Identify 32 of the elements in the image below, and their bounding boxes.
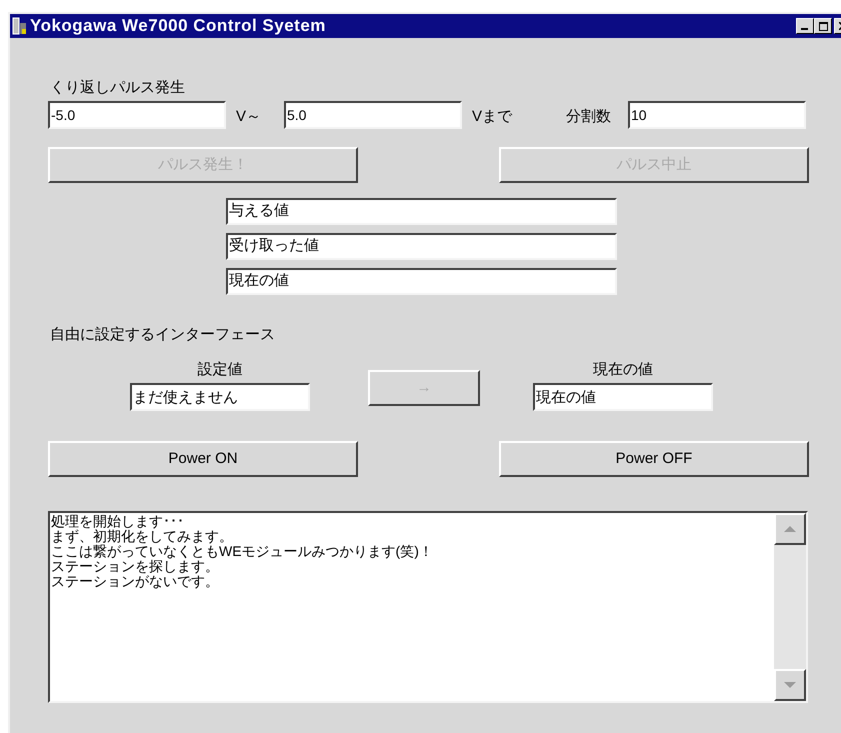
log-line: ステーションを探します。 [51, 559, 219, 574]
minimize-button[interactable] [796, 18, 814, 34]
readout-field: 受け取った値 [226, 233, 617, 260]
readout-field: 現在の値 [226, 268, 617, 295]
unit-label: V～ [236, 106, 262, 127]
log-line: ステーションがないです。 [51, 574, 219, 589]
log-line: 処理を開始します･･･ [51, 514, 184, 529]
window-title: Yokogawa We7000 Control Syetem [30, 15, 327, 38]
app-icon [12, 17, 28, 35]
setting-label: 設定値 [198, 360, 242, 380]
setting-value-field[interactable]: まだ使えません [130, 383, 310, 411]
readout-field: 与える値 [226, 198, 617, 225]
log-line: ここは繋がっていなくともWEモジュールみつかります(笑)！ [51, 544, 433, 559]
section-heading: 自由に設定するインターフェース [49, 325, 276, 345]
unit-label: Vまで [472, 106, 514, 127]
section-heading: くり返しパルス発生 [49, 78, 186, 98]
power-on-button[interactable]: Power ON [48, 441, 358, 477]
scroll-up-button[interactable] [774, 513, 806, 545]
start-voltage-field[interactable]: -5.0 [48, 101, 226, 129]
divisions-field[interactable]: 10 [628, 101, 806, 129]
scroll-bar[interactable] [774, 513, 806, 701]
down-arrow-icon [784, 682, 796, 688]
log-line: まず、初期化をしてみます。 [51, 529, 233, 544]
current-value-field[interactable]: 現在の値 [533, 383, 713, 411]
scroll-down-button[interactable] [774, 669, 806, 701]
divisions-label: 分割数 [566, 106, 612, 127]
power-off-button[interactable]: Power OFF [499, 441, 809, 477]
end-voltage-field[interactable]: 5.0 [284, 101, 462, 129]
maximize-button[interactable] [814, 18, 832, 34]
current-value-label: 現在の値 [593, 360, 653, 380]
up-arrow-icon [784, 526, 796, 532]
maximize-icon [818, 22, 828, 30]
